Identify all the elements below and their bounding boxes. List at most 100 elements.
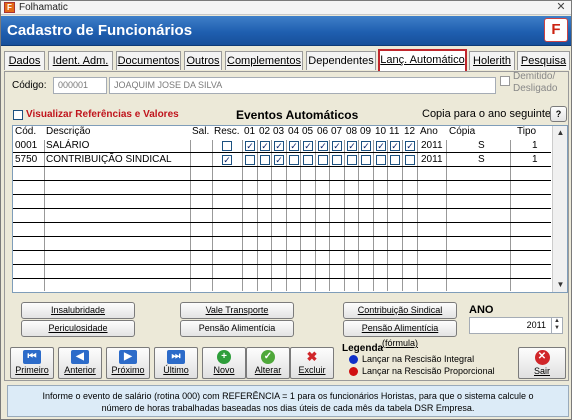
- insalubridade-button[interactable]: Insalubridade: [21, 302, 135, 319]
- proximo-button[interactable]: ▶ Próximo: [106, 347, 150, 379]
- form-header: Cadastro de Funcionários F: [1, 16, 571, 46]
- tab-label: Complementos: [227, 55, 301, 67]
- tab-bar: Dados Ident. Adm. Documentos Outros Comp…: [1, 49, 571, 71]
- resc-checkbox[interactable]: [222, 141, 232, 151]
- cell-copia: S: [478, 140, 485, 151]
- ano-label: ANO: [469, 304, 494, 316]
- primeiro-button[interactable]: ⏮ Primeiro: [10, 347, 54, 379]
- table-row[interactable]: [13, 266, 551, 279]
- cell-ano: 2011: [421, 140, 443, 151]
- tab-outros[interactable]: Outros: [184, 51, 222, 70]
- table-row[interactable]: [13, 168, 551, 181]
- spinner-arrows-icon[interactable]: ▲ ▼: [551, 318, 562, 333]
- month-checkbox[interactable]: [260, 155, 270, 165]
- cell-cod: 0001: [15, 140, 38, 151]
- tab-complementos[interactable]: Complementos: [225, 51, 303, 70]
- close-icon[interactable]: ✕: [554, 1, 568, 14]
- table-row[interactable]: [13, 196, 551, 209]
- tab-label: Dados: [8, 55, 41, 67]
- month-checkbox[interactable]: [332, 155, 342, 165]
- ano-spinner[interactable]: 2011: [469, 317, 563, 334]
- app-title: Folhamatic: [19, 2, 68, 13]
- month-checkbox[interactable]: ✓: [318, 141, 328, 151]
- month-checkbox[interactable]: ✓: [405, 141, 415, 151]
- month-checkbox[interactable]: ✓: [245, 141, 255, 151]
- col-header-copia: Cópia: [449, 126, 476, 137]
- last-record-icon: ⏭: [167, 350, 185, 364]
- table-row[interactable]: [13, 182, 551, 195]
- month-checkbox[interactable]: [303, 155, 313, 165]
- tab-label: Pesquisa: [520, 55, 567, 67]
- month-checkbox[interactable]: ✓: [347, 141, 357, 151]
- table-row[interactable]: [13, 210, 551, 223]
- help-button[interactable]: ?: [550, 106, 567, 122]
- month-checkbox[interactable]: ✓: [274, 141, 284, 151]
- month-checkbox[interactable]: ✓: [332, 141, 342, 151]
- month-checkbox[interactable]: [318, 155, 328, 165]
- month-checkbox[interactable]: ✓: [390, 141, 400, 151]
- month-checkbox[interactable]: [376, 155, 386, 165]
- month-checkbox[interactable]: ✓: [289, 141, 299, 151]
- tab-dependentes[interactable]: Dependentes: [306, 51, 376, 70]
- month-checkbox[interactable]: [405, 155, 415, 165]
- demitido-label: Demitido/: [513, 71, 556, 82]
- pensao-alimenticia-button[interactable]: Pensão Alimentícia: [180, 320, 294, 337]
- month-checkbox[interactable]: ✓: [303, 141, 313, 151]
- tab-panel: Código: 000001 JOAQUIM JOSE DA SILVA Dem…: [4, 71, 569, 381]
- month-checkbox[interactable]: [390, 155, 400, 165]
- button-label: Novo: [213, 365, 235, 375]
- table-row[interactable]: 0001 SALÁRIO ✓ ✓ ✓ ✓ ✓ ✓ ✓ ✓ ✓ ✓ ✓ ✓ 201…: [13, 140, 551, 153]
- col-header-month: 03: [273, 126, 285, 137]
- contribuicao-sindical-button[interactable]: Contribuição Sindical: [343, 302, 457, 319]
- periculosidade-button[interactable]: Periculosidade: [21, 320, 135, 337]
- folhamatic-logo: F: [544, 18, 568, 42]
- vale-transporte-button[interactable]: Vale Transporte: [180, 302, 294, 319]
- month-checkbox[interactable]: ✓: [376, 141, 386, 151]
- tab-pesquisa[interactable]: Pesquisa: [517, 51, 570, 70]
- tab-documentos[interactable]: Documentos: [116, 51, 181, 70]
- button-label: Periculosidade: [48, 323, 108, 333]
- table-row[interactable]: 5750 CONTRIBUIÇÃO SINDICAL ✓ ✓ 2011 S 1: [13, 154, 551, 167]
- cell-tipo: 1: [532, 154, 538, 165]
- month-checkbox[interactable]: [245, 155, 255, 165]
- grid-scrollbar[interactable]: ▲ ▼: [552, 126, 567, 292]
- nome-field[interactable]: JOAQUIM JOSE DA SILVA: [109, 77, 496, 94]
- tab-holerith[interactable]: Holerith: [469, 51, 515, 70]
- alterar-button[interactable]: ✓ Alterar: [246, 347, 290, 379]
- desligado-label: Desligado: [513, 83, 558, 94]
- button-label: Pensão Alimentícia: [198, 323, 276, 333]
- visualizar-checkbox[interactable]: [13, 110, 23, 120]
- month-checkbox[interactable]: [289, 155, 299, 165]
- month-checkbox[interactable]: ✓: [260, 141, 270, 151]
- button-label: Último: [163, 365, 189, 375]
- table-row[interactable]: [13, 252, 551, 265]
- tab-lanc-automatico[interactable]: Lanç. Automático: [378, 49, 467, 71]
- month-checkbox[interactable]: [347, 155, 357, 165]
- scroll-up-icon[interactable]: ▲: [554, 126, 567, 139]
- col-header-month: 06: [317, 126, 329, 137]
- demitido-checkbox[interactable]: [500, 76, 510, 86]
- table-row[interactable]: [13, 224, 551, 237]
- sair-button[interactable]: ✕ Sair: [518, 347, 566, 379]
- novo-button[interactable]: + Novo: [202, 347, 246, 379]
- ultimo-button[interactable]: ⏭ Último: [154, 347, 198, 379]
- first-record-icon: ⏮: [23, 350, 41, 364]
- anterior-button[interactable]: ◀ Anterior: [58, 347, 102, 379]
- tab-dados[interactable]: Dados: [4, 51, 45, 70]
- month-checkbox[interactable]: ✓: [361, 141, 371, 151]
- col-header-month: 08: [346, 126, 358, 137]
- scroll-down-icon[interactable]: ▼: [554, 278, 567, 291]
- month-checkbox[interactable]: [361, 155, 371, 165]
- resc-checkbox[interactable]: ✓: [222, 155, 232, 165]
- col-header-month: 02: [259, 126, 271, 137]
- table-row[interactable]: [13, 238, 551, 251]
- table-row[interactable]: [13, 280, 551, 293]
- section-title: Eventos Automáticos: [236, 108, 359, 122]
- month-checkbox[interactable]: ✓: [274, 155, 284, 165]
- plus-icon: +: [217, 350, 231, 364]
- excluir-button[interactable]: ✖ Excluir: [290, 347, 334, 379]
- codigo-field[interactable]: 000001: [53, 77, 107, 94]
- tab-ident-adm[interactable]: Ident. Adm.: [48, 51, 113, 70]
- col-header-month: 04: [288, 126, 300, 137]
- pensao-formula-button[interactable]: Pensão Alimentícia (fórmula): [343, 320, 457, 348]
